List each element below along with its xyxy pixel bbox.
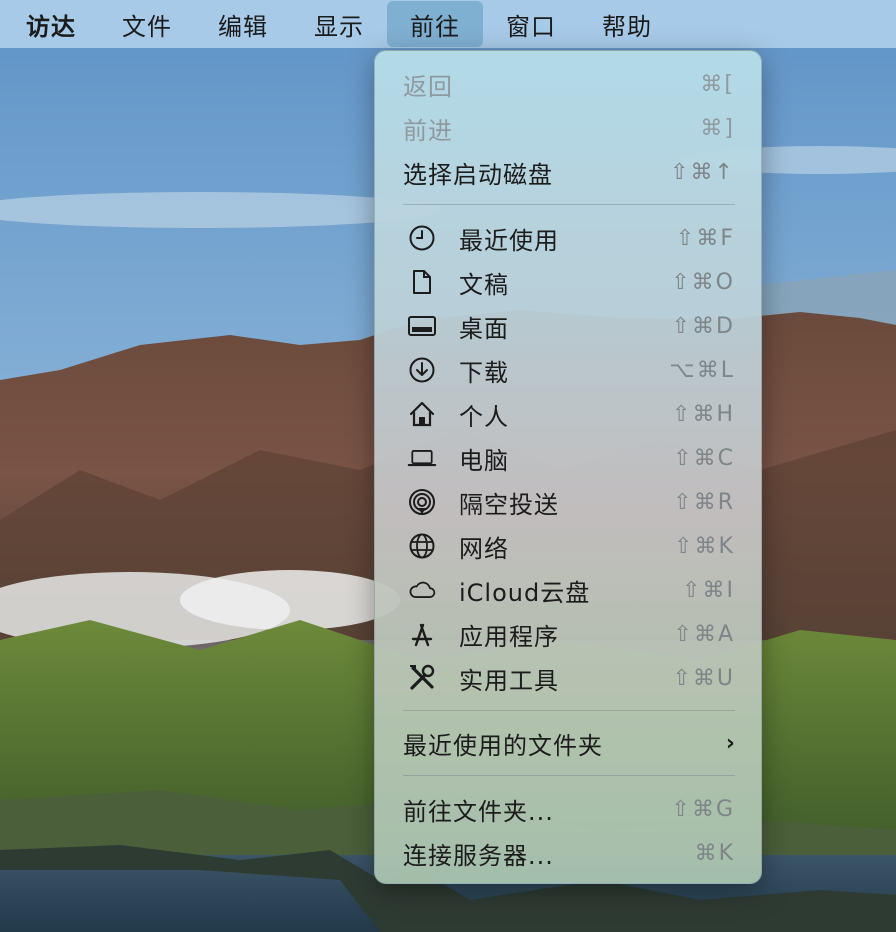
- menu-item-downloads[interactable]: 下载 ⌥⌘L: [375, 348, 763, 392]
- menu-item-go-to-folder[interactable]: 前往文件夹... ⇧⌘G: [375, 787, 763, 831]
- document-icon: [407, 267, 437, 297]
- menu-item-label: 桌面: [459, 314, 509, 343]
- menu-item-label: 网络: [459, 534, 509, 563]
- menu-item-network[interactable]: 网络 ⇧⌘K: [375, 524, 763, 568]
- download-icon: [407, 355, 437, 385]
- shortcut-label: ⇧⌘H: [672, 401, 735, 427]
- shortcut-label: ⇧⌘A: [673, 621, 735, 647]
- menu-item-icloud-drive[interactable]: iCloud云盘 ⇧⌘I: [375, 568, 763, 612]
- network-globe-icon: [407, 531, 437, 561]
- go-menu-dropdown: 返回 ⌘[ 前进 ⌘] 选择启动磁盘 ⇧⌘↑ 最近使用 ⇧⌘F 文稿 ⇧⌘O 桌…: [374, 50, 762, 884]
- menu-item-connect-server[interactable]: 连接服务器... ⌘K: [375, 831, 763, 875]
- menu-item-back[interactable]: 返回 ⌘[: [375, 62, 763, 106]
- shortcut-label: ⇧⌘C: [673, 445, 735, 471]
- menu-item-label: 连接服务器...: [403, 841, 554, 870]
- menu-item-label: 前进: [403, 116, 453, 145]
- menu-bar: 访达 文件 编辑 显示 前往 窗口 帮助: [0, 0, 896, 48]
- menu-item-label: 应用程序: [459, 622, 559, 651]
- menu-item-label: 实用工具: [459, 666, 559, 695]
- clock-icon: [407, 223, 437, 253]
- menu-item-home[interactable]: 个人 ⇧⌘H: [375, 392, 763, 436]
- menu-window[interactable]: 窗口: [483, 0, 579, 48]
- chevron-right-icon: ›: [725, 730, 735, 756]
- menu-go[interactable]: 前往: [387, 1, 483, 47]
- menu-item-recent-folders[interactable]: 最近使用的文件夹 ›: [375, 721, 763, 765]
- menu-item-recents[interactable]: 最近使用 ⇧⌘F: [375, 216, 763, 260]
- menu-item-label: 个人: [459, 402, 509, 431]
- menu-item-label: 电脑: [459, 446, 509, 475]
- shortcut-label: ⌥⌘L: [669, 357, 735, 383]
- menu-item-label: iCloud云盘: [459, 578, 591, 607]
- shortcut-label: ⌘[: [700, 71, 735, 97]
- menu-edit[interactable]: 编辑: [195, 0, 291, 48]
- menu-help[interactable]: 帮助: [579, 0, 675, 48]
- menu-item-label: 选择启动磁盘: [403, 160, 553, 189]
- menu-separator: [403, 710, 735, 711]
- menu-item-applications[interactable]: 应用程序 ⇧⌘A: [375, 612, 763, 656]
- menu-view[interactable]: 显示: [291, 0, 387, 48]
- menu-item-desktop[interactable]: 桌面 ⇧⌘D: [375, 304, 763, 348]
- menu-finder[interactable]: 访达: [0, 0, 99, 48]
- applications-icon: [407, 619, 437, 649]
- utilities-tools-icon: [407, 663, 437, 693]
- shortcut-label: ⇧⌘U: [672, 665, 735, 691]
- menu-item-label: 隔空投送: [459, 490, 559, 519]
- menu-item-computer[interactable]: 电脑 ⇧⌘C: [375, 436, 763, 480]
- menu-item-utilities[interactable]: 实用工具 ⇧⌘U: [375, 656, 763, 700]
- shortcut-label: ⌘]: [700, 115, 735, 141]
- shortcut-label: ⇧⌘G: [671, 796, 735, 822]
- home-icon: [407, 399, 437, 429]
- cloud-icon: [407, 575, 437, 605]
- menu-separator: [403, 204, 735, 205]
- shortcut-label: ⇧⌘O: [671, 269, 735, 295]
- airdrop-icon: [407, 487, 437, 517]
- shortcut-label: ⇧⌘I: [682, 577, 735, 603]
- shortcut-label: ⇧⌘R: [673, 489, 735, 515]
- shortcut-label: ⇧⌘F: [675, 225, 735, 251]
- menu-item-label: 文稿: [459, 270, 509, 299]
- menu-item-startup-disk[interactable]: 选择启动磁盘 ⇧⌘↑: [375, 150, 763, 194]
- menu-item-label: 下载: [459, 358, 509, 387]
- menu-file[interactable]: 文件: [99, 0, 195, 48]
- menu-item-airdrop[interactable]: 隔空投送 ⇧⌘R: [375, 480, 763, 524]
- menu-item-forward[interactable]: 前进 ⌘]: [375, 106, 763, 150]
- menu-separator: [403, 775, 735, 776]
- shortcut-label: ⇧⌘D: [671, 313, 735, 339]
- menu-item-documents[interactable]: 文稿 ⇧⌘O: [375, 260, 763, 304]
- menu-item-label: 最近使用的文件夹: [403, 731, 603, 760]
- desktop-icon: [407, 311, 437, 341]
- menu-item-label: 返回: [403, 72, 453, 101]
- shortcut-label: ⇧⌘↑: [670, 159, 735, 185]
- shortcut-label: ⇧⌘K: [674, 533, 735, 559]
- laptop-icon: [407, 443, 437, 473]
- menu-item-label: 最近使用: [459, 226, 559, 255]
- menu-item-label: 前往文件夹...: [403, 797, 554, 826]
- shortcut-label: ⌘K: [694, 840, 735, 866]
